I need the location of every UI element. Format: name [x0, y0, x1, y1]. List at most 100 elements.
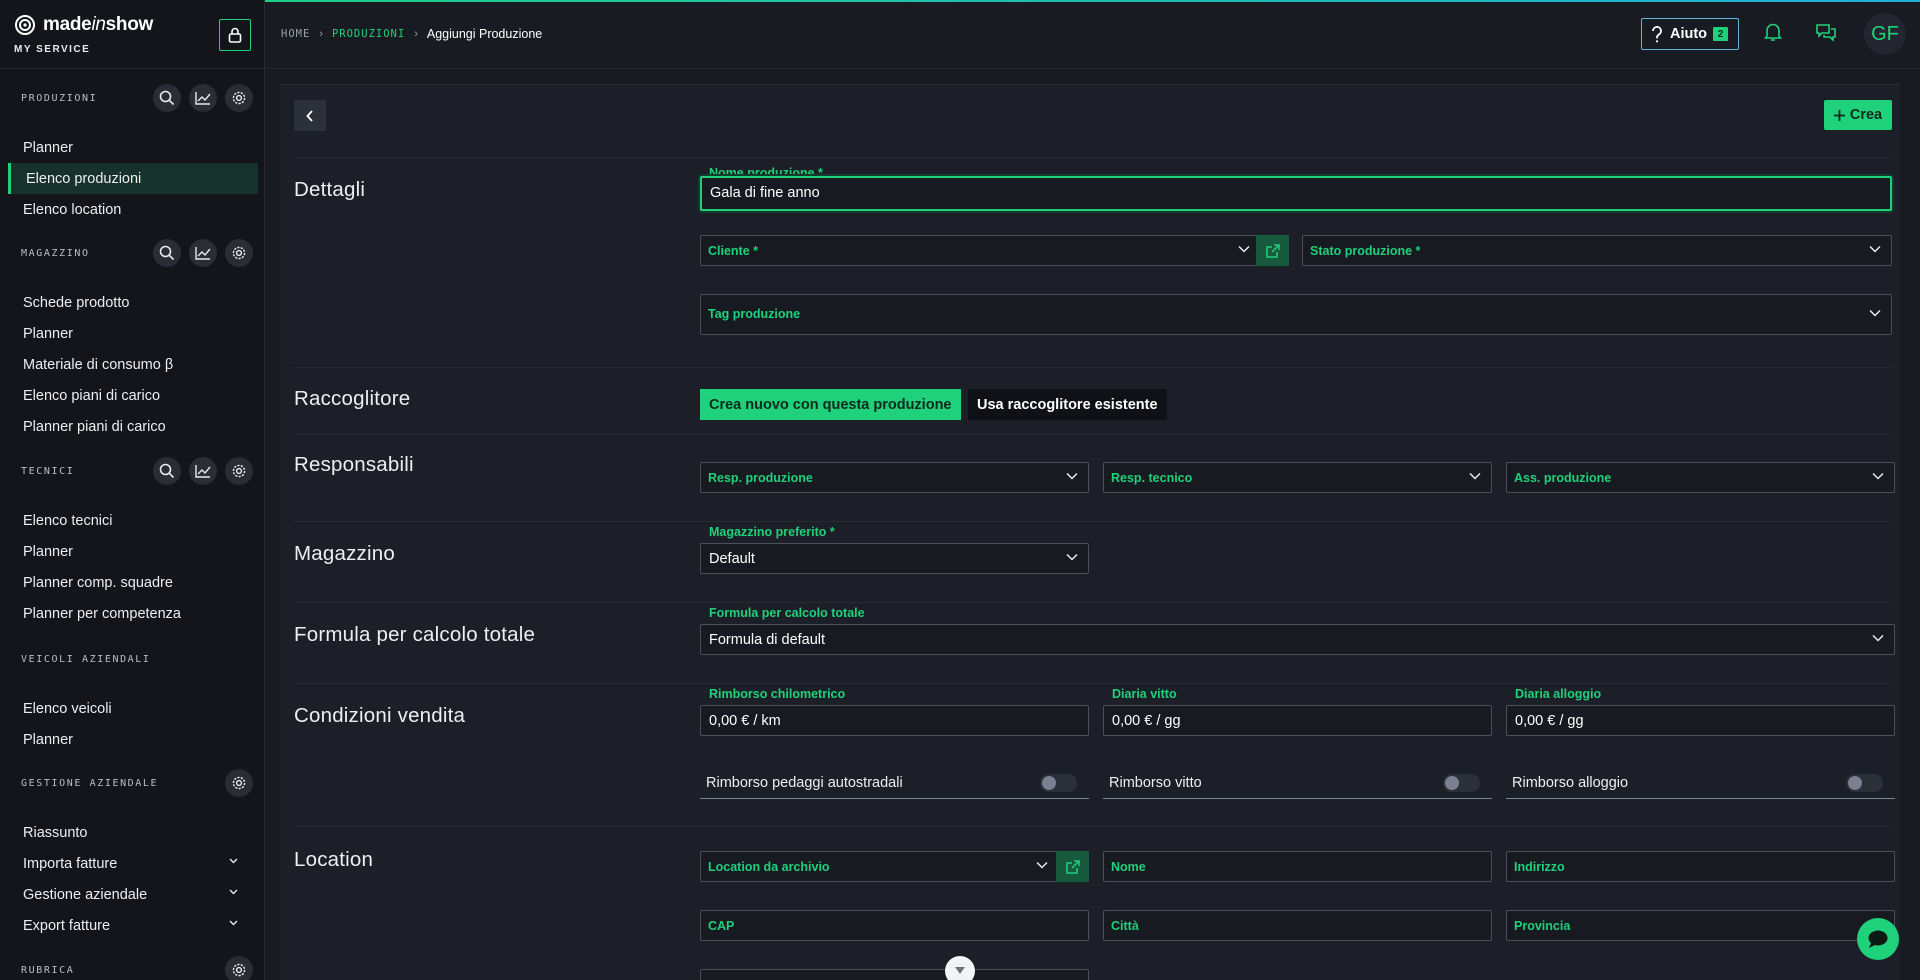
sidebar-item-planner-squadre[interactable]: Planner comp. squadre: [0, 567, 258, 598]
ass-produzione-select[interactable]: Ass. produzione: [1506, 462, 1895, 493]
location-provincia-input[interactable]: Provincia: [1506, 910, 1895, 941]
section-title: Dettagli: [294, 178, 366, 201]
chart-icon[interactable]: [189, 84, 217, 112]
sidebar-item-planner-piani-carico[interactable]: Planner piani di carico: [0, 411, 258, 442]
formula-select[interactable]: Formula di default: [700, 624, 1895, 655]
help-button[interactable]: Aiuto 2: [1641, 18, 1740, 50]
section-location: Location Location da archivio Nome Indir…: [294, 826, 1895, 980]
sidebar-item-elenco-tecnici[interactable]: Elenco tecnici: [0, 505, 258, 536]
chat-icon: [1868, 930, 1888, 948]
logo-icon: [15, 15, 35, 35]
scroll-down-button[interactable]: [945, 956, 975, 980]
sidebar-item-export-fatture[interactable]: Export fatture: [0, 910, 258, 941]
gear-icon[interactable]: [225, 84, 253, 112]
sidebar-item-elenco-produzioni[interactable]: Elenco produzioni: [8, 163, 258, 194]
create-button[interactable]: Crea: [1824, 100, 1892, 130]
section-title: GESTIONE AZIENDALE: [21, 777, 159, 789]
section-title: Formula per calcolo totale: [294, 623, 536, 646]
chat-button[interactable]: [1857, 918, 1899, 960]
gear-icon[interactable]: [225, 239, 253, 267]
sidebar-item-gestione-aziendale[interactable]: Gestione aziendale: [0, 879, 258, 910]
sidebar-item-planner-competenza[interactable]: Planner per competenza: [0, 598, 258, 629]
diaria-vitto-input[interactable]: 0,00 € / gg: [1103, 705, 1492, 736]
breadcrumb-produzioni[interactable]: PRODUZIONI: [332, 28, 405, 40]
stato-produzione-select[interactable]: Stato produzione *: [1302, 235, 1892, 266]
location-cap-input[interactable]: CAP: [700, 910, 1089, 941]
magazzino-select[interactable]: Default: [700, 543, 1089, 574]
breadcrumb-current: Aggiungi Produzione: [426, 27, 543, 41]
open-cliente-button[interactable]: [1256, 235, 1289, 266]
diaria-alloggio-input[interactable]: 0,00 € / gg: [1506, 705, 1895, 736]
chart-icon[interactable]: [189, 239, 217, 267]
sidebar-item-planner[interactable]: Planner: [0, 536, 258, 567]
open-location-button[interactable]: [1056, 851, 1089, 882]
lock-sidebar-button[interactable]: [219, 19, 251, 51]
brand-name: madeinshow: [43, 14, 153, 35]
rimborso-vitto-label: Rimborso vitto: [1109, 775, 1202, 791]
chart-icon[interactable]: [189, 457, 217, 485]
section-title: Raccoglitore: [294, 387, 411, 410]
messages-icon[interactable]: [1815, 22, 1837, 42]
gear-icon[interactable]: [225, 769, 253, 797]
plus-icon: [1833, 109, 1845, 121]
rimborso-pedaggi-toggle[interactable]: [1040, 774, 1077, 792]
section-title: PRODUZIONI: [21, 92, 98, 104]
brand[interactable]: madeinshow: [14, 14, 153, 36]
usa-raccoglitore-esistente-option[interactable]: Usa raccoglitore esistente: [968, 389, 1167, 420]
crea-nuovo-raccoglitore-option[interactable]: Crea nuovo con questa produzione: [700, 389, 961, 420]
location-archivio-select[interactable]: Location da archivio: [700, 851, 1059, 882]
gear-icon[interactable]: [225, 457, 253, 485]
breadcrumb-separator: ›: [319, 28, 323, 40]
gear-icon[interactable]: [225, 956, 253, 980]
top-header: HOME › PRODUZIONI › Aggiungi Produzione …: [266, 2, 1920, 69]
search-icon[interactable]: [153, 84, 181, 112]
location-indirizzo-input[interactable]: Indirizzo: [1506, 851, 1895, 882]
resp-tecnico-select[interactable]: Resp. tecnico: [1103, 462, 1492, 493]
cliente-select[interactable]: Cliente *: [700, 235, 1261, 266]
section-condizioni-vendita: Condizioni vendita Rimborso chilometrico…: [294, 683, 1895, 826]
bell-icon[interactable]: [1764, 22, 1782, 42]
rimborso-km-input[interactable]: 0,00 € / km: [700, 705, 1089, 736]
sidebar-item-planner[interactable]: Planner: [0, 724, 258, 755]
chevron-down-icon: [229, 858, 238, 864]
sidebar-item-piani-carico[interactable]: Elenco piani di carico: [0, 380, 258, 411]
chevron-down-icon: [1469, 472, 1481, 480]
brand-subtitle: MY SERVICE: [14, 44, 91, 55]
sidebar-item-planner[interactable]: Planner: [0, 318, 258, 349]
rimborso-pedaggi-label: Rimborso pedaggi autostradali: [706, 775, 903, 791]
search-icon[interactable]: [153, 457, 181, 485]
help-count-badge: 2: [1713, 27, 1729, 41]
resp-produzione-select[interactable]: Resp. produzione: [700, 462, 1089, 493]
sidebar-section-rubrica: RUBRICA: [0, 953, 264, 980]
sidebar-item-schede-prodotto[interactable]: Schede prodotto: [0, 287, 258, 318]
sidebar-item-riassunto[interactable]: Riassunto: [0, 817, 258, 848]
location-nome-input[interactable]: Nome: [1103, 851, 1492, 882]
section-title: Magazzino: [294, 542, 395, 565]
search-icon[interactable]: [153, 239, 181, 267]
tag-produzione-select[interactable]: Tag produzione: [700, 294, 1892, 335]
location-citta-input[interactable]: Città: [1103, 910, 1492, 941]
sidebar-item-importa-fatture[interactable]: Importa fatture: [0, 848, 258, 879]
section-raccoglitore: Raccoglitore Crea nuovo con questa produ…: [294, 367, 1892, 434]
section-title: Condizioni vendita: [294, 704, 466, 727]
breadcrumb-home[interactable]: HOME: [281, 28, 310, 40]
sidebar-divider: [0, 68, 264, 69]
breadcrumb: HOME › PRODUZIONI › Aggiungi Produzione: [281, 27, 542, 41]
sidebar-item-elenco-location[interactable]: Elenco location: [0, 194, 258, 225]
rimborso-pedaggi-row: Rimborso pedaggi autostradali: [700, 768, 1089, 799]
chevron-down-icon: [1869, 245, 1881, 253]
avatar[interactable]: GF: [1864, 13, 1906, 55]
location-stato-input[interactable]: [700, 969, 1089, 980]
diaria-vitto-label: Diaria vitto: [1112, 687, 1177, 701]
sidebar-item-materiale-consumo[interactable]: Materiale di consumo β: [0, 349, 258, 380]
rimborso-vitto-toggle[interactable]: [1443, 774, 1480, 792]
back-button[interactable]: [294, 100, 326, 131]
external-link-icon: [1065, 859, 1080, 874]
section-title: Location: [294, 848, 374, 871]
rimborso-alloggio-toggle[interactable]: [1846, 774, 1883, 792]
sidebar-section-magazzino: MAGAZZINO Schede prodotto Planner Materi…: [0, 236, 264, 442]
sidebar-item-planner[interactable]: Planner: [0, 132, 258, 163]
help-label: Aiuto: [1670, 26, 1708, 42]
sidebar-item-elenco-veicoli[interactable]: Elenco veicoli: [0, 693, 258, 724]
nome-produzione-input[interactable]: Gala di fine anno: [700, 176, 1892, 211]
